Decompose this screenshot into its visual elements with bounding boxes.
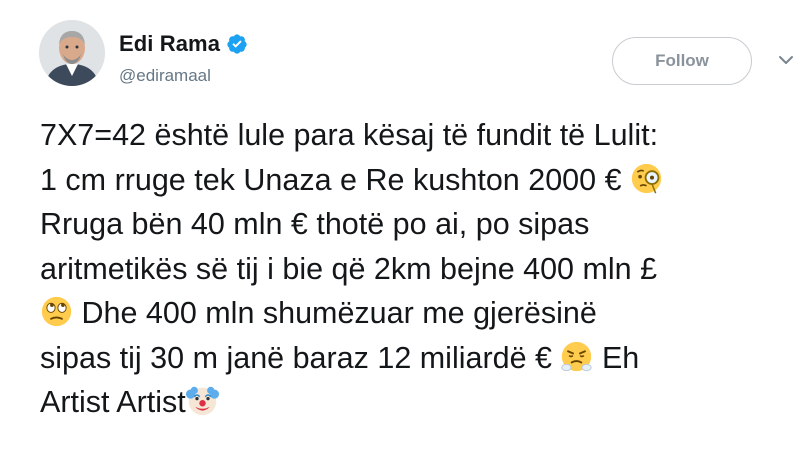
tweet-line: 7X7=42 është lule para kësaj të fundit t… [40, 113, 800, 158]
tweet-line: sipas tij 30 m janë baraz 12 miliardë € … [40, 336, 800, 381]
tweet-line-text: sipas tij 30 m janë baraz 12 miliardë € [40, 340, 552, 375]
tweet-line: Artist Artist [40, 380, 800, 425]
user-handle[interactable]: @ediramaal [119, 66, 211, 86]
clown-face-icon [185, 386, 219, 416]
tweet-line-text: Artist Artist [40, 385, 186, 419]
follow-button[interactable]: Follow [612, 37, 752, 85]
face-with-monocle-icon [631, 163, 662, 193]
tweet-line-text: 7X7=42 është lule para kësaj të fundit t… [40, 118, 659, 152]
tweet-line: Rruga bën 40 mln € thotë po ai, po sipas [40, 202, 800, 247]
name-row: Edi Rama [119, 31, 248, 57]
display-name[interactable]: Edi Rama [119, 31, 220, 57]
chevron-down-icon[interactable] [776, 52, 796, 68]
tweet-line-text: Dhe 400 mln shumëzuar me gjerësinë [73, 296, 597, 330]
avatar[interactable] [39, 20, 105, 86]
face-with-steam-from-nose-icon [561, 341, 593, 371]
tweet-line-text: aritmetikës së tij i bie që 2km bejne 40… [40, 251, 658, 286]
avatar-portrait-icon [39, 20, 105, 86]
tweet-line: 1 cm rruge tek Unaza e Re kushton 2000 € [40, 158, 800, 203]
verified-badge-icon [227, 34, 247, 54]
tweet-line: Dhe 400 mln shumëzuar me gjerësinë [40, 291, 800, 336]
tweet-line-text: 1 cm rruge tek Unaza e Re kushton 2000 € [40, 162, 622, 197]
face-with-rolling-eyes-icon [41, 296, 72, 327]
tweet-line-tail: Eh [593, 340, 640, 375]
tweet-line: aritmetikës së tij i bie që 2km bejne 40… [40, 247, 800, 292]
tweet-text: 7X7=42 është lule para kësaj të fundit t… [40, 113, 800, 425]
tweet-line-text: Rruga bën 40 mln € thotë po ai, po sipas [40, 207, 590, 241]
